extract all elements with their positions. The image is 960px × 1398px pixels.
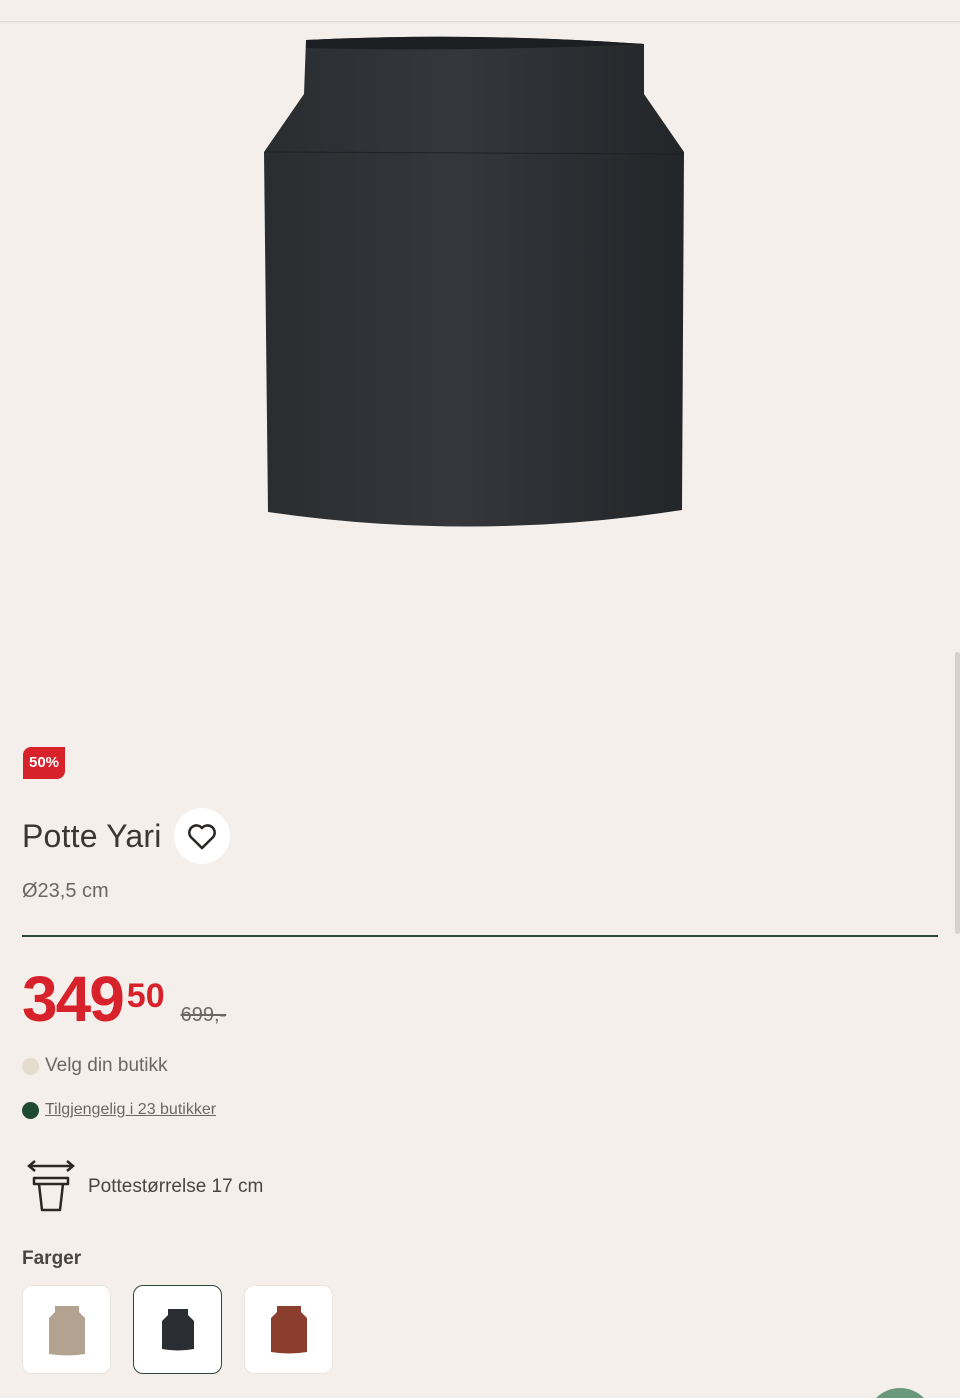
pot-size-icon (27, 1160, 75, 1212)
title-row: Potte Yari (22, 808, 230, 864)
divider (22, 935, 938, 937)
price-cents: 50 (126, 977, 165, 1015)
pot-image (264, 36, 685, 527)
top-bar (0, 0, 960, 22)
availability-link[interactable]: Tilgjengelig i 23 butikker (45, 1101, 216, 1119)
price: 349 50 699,- (22, 964, 226, 1034)
beige-pot-icon (48, 1305, 85, 1355)
availability-dot-icon (22, 1101, 39, 1119)
chat-button[interactable] (866, 1388, 934, 1398)
choose-store-label[interactable]: Velg din butikk (45, 1055, 168, 1077)
heart-icon (187, 824, 216, 850)
store-dot-icon (22, 1057, 39, 1075)
availability-row[interactable]: Tilgjengelig i 23 butikker (22, 1101, 216, 1119)
pot-size-row: Pottestørrelse 17 cm (26, 1160, 263, 1214)
product-image (0, 22, 960, 722)
product-title: Potte Yari (22, 817, 162, 854)
price-main: 349 (22, 963, 125, 1035)
terracotta-pot-icon (270, 1305, 307, 1353)
scrollbar[interactable] (955, 652, 960, 934)
color-swatches (22, 1285, 355, 1374)
black-pot-icon (161, 1308, 194, 1350)
discount-badge: 50% (23, 747, 66, 779)
color-swatch-terracotta[interactable] (244, 1285, 333, 1374)
colors-heading: Farger (22, 1248, 82, 1269)
pot-size-label: Pottestørrelse 17 cm (88, 1176, 264, 1197)
color-swatch-black[interactable] (133, 1285, 222, 1374)
choose-store-row[interactable]: Velg din butikk (22, 1055, 168, 1077)
product-dimension: Ø23,5 cm (22, 880, 109, 902)
price-old: 699,- (180, 1004, 227, 1026)
favorite-button[interactable] (173, 808, 230, 864)
color-swatch-beige[interactable] (22, 1285, 111, 1374)
